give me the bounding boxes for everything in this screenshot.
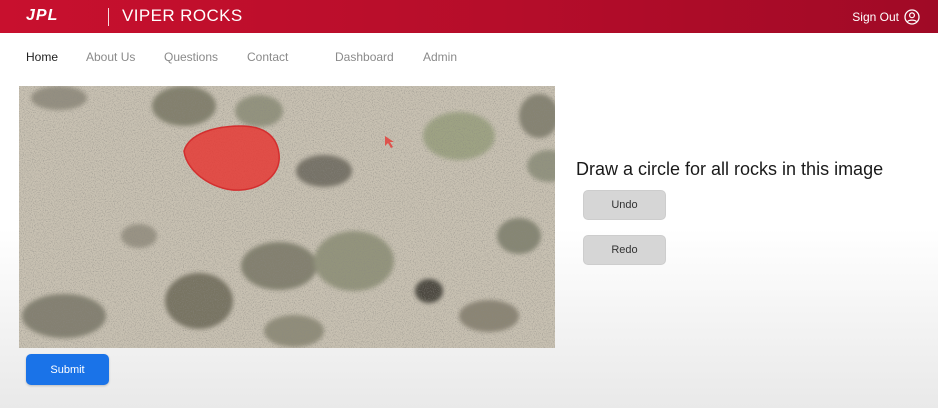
sign-out-button[interactable]: Sign Out [852, 9, 920, 25]
nav-about-us[interactable]: About Us [86, 50, 135, 64]
jpl-logo[interactable]: JPL [26, 7, 58, 25]
header-divider [108, 8, 109, 26]
nav-contact[interactable]: Contact [247, 50, 288, 64]
sign-out-label: Sign Out [852, 10, 899, 24]
main-nav: Home About Us Questions Contact Dashboar… [0, 33, 938, 81]
rock-image [19, 86, 555, 348]
app-title[interactable]: VIPER ROCKS [122, 6, 243, 26]
app-root: JPL VIPER ROCKS Sign Out Home About Us Q… [0, 0, 938, 408]
nav-dashboard[interactable]: Dashboard [335, 50, 394, 64]
submit-button[interactable]: Submit [26, 354, 109, 385]
nav-home[interactable]: Home [26, 50, 58, 64]
undo-button[interactable]: Undo [583, 190, 666, 220]
rock-image-canvas[interactable] [19, 86, 555, 348]
task-instruction: Draw a circle for all rocks in this imag… [576, 159, 884, 179]
user-circle-icon [904, 9, 920, 25]
nav-admin[interactable]: Admin [423, 50, 457, 64]
redo-button[interactable]: Redo [583, 235, 666, 265]
nav-questions[interactable]: Questions [164, 50, 218, 64]
top-header: JPL VIPER ROCKS Sign Out [0, 0, 938, 33]
